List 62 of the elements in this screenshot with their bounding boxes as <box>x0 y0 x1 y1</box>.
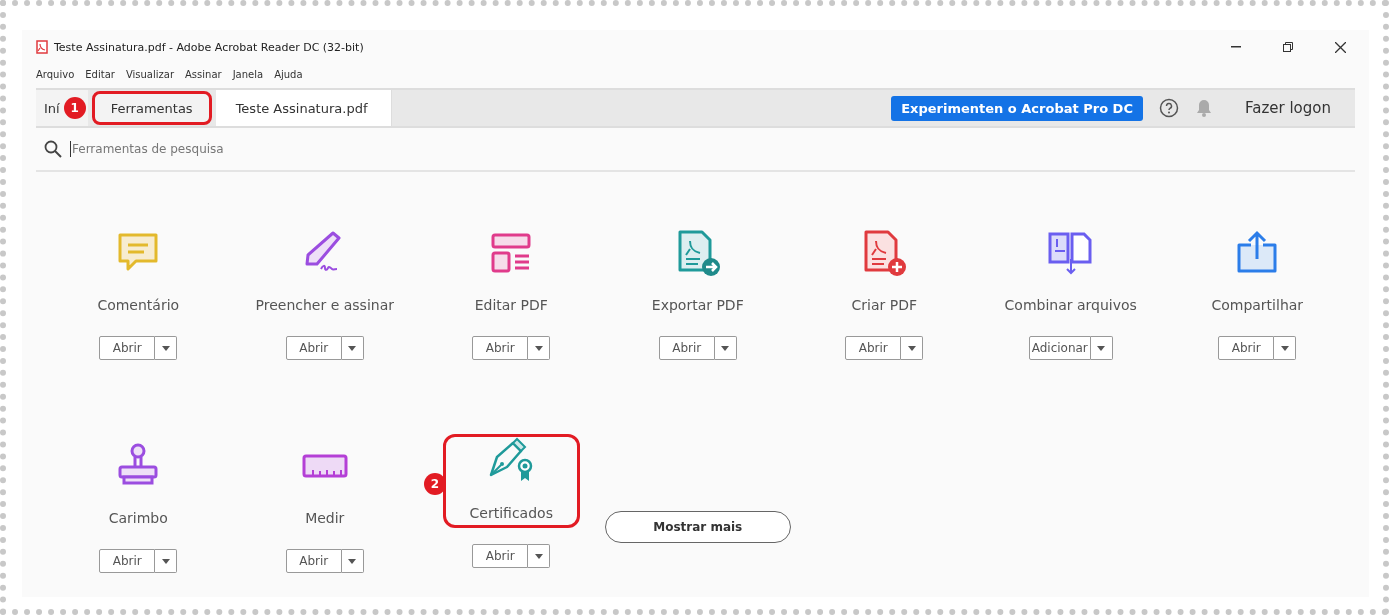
open-button[interactable]: Abrir <box>472 544 529 568</box>
dropdown-button[interactable] <box>714 336 737 360</box>
tab[interactable]: Iní <box>36 90 62 126</box>
tool-label: Compartilhar <box>1211 297 1304 313</box>
menu-item[interactable]: Visualizar <box>125 68 174 80</box>
caret-icon <box>161 558 170 564</box>
caret-icon <box>348 558 357 564</box>
dropdown-button[interactable] <box>155 549 178 573</box>
dropdown-button[interactable] <box>901 336 924 360</box>
open-button[interactable]: Abrir <box>99 549 156 573</box>
tool-label: Preencher e assinar <box>255 297 394 313</box>
open-button[interactable]: Abrir <box>845 336 902 360</box>
caret-icon <box>721 345 730 351</box>
open-button[interactable]: Abrir <box>99 336 156 360</box>
tool-label: Editar PDF <box>474 297 548 313</box>
tool-label: Criar PDF <box>851 297 917 313</box>
tool-label: Certificados <box>469 505 553 521</box>
caret-icon <box>1280 345 1289 351</box>
menu-item[interactable]: Ajuda <box>274 68 303 80</box>
dropdown-button[interactable] <box>341 549 364 573</box>
open-button[interactable]: Adicionar <box>1028 336 1091 360</box>
minimize-icon[interactable] <box>1231 46 1241 48</box>
tool-label: Carimbo <box>108 510 168 526</box>
login-button[interactable]: Fazer logon <box>1238 98 1337 118</box>
open-button[interactable]: Abrir <box>658 336 715 360</box>
pdf-logo-icon <box>36 40 48 54</box>
search-icon <box>44 140 62 158</box>
tool-label: Exportar PDF <box>651 297 744 313</box>
menu-item[interactable]: Assinar <box>185 68 222 80</box>
upgrade-button[interactable]: Experimenten o Acrobat Pro DC <box>891 95 1143 121</box>
show-more-button[interactable]: Mostrar mais <box>604 511 791 543</box>
open-button[interactable]: Abrir <box>1218 336 1275 360</box>
dropdown-button[interactable] <box>1274 336 1297 360</box>
step-marker: 1 <box>63 97 86 119</box>
tab[interactable]: Teste Assinatura.pdf <box>215 90 393 126</box>
open-button[interactable]: Abrir <box>472 336 529 360</box>
menu-item[interactable]: Janela <box>232 68 264 80</box>
search-field[interactable]: Ferramentas de pesquisa <box>70 141 374 157</box>
caret-icon <box>534 345 543 351</box>
menu-item[interactable]: Editar <box>85 68 115 80</box>
step-marker: 2 <box>424 473 446 495</box>
dropdown-button[interactable] <box>1090 336 1113 360</box>
close-icon[interactable] <box>1334 41 1346 53</box>
open-button[interactable]: Abrir <box>285 549 342 573</box>
caret-icon <box>534 553 543 559</box>
dropdown-button[interactable] <box>341 336 364 360</box>
caret-icon <box>907 345 916 351</box>
tool-label: Comentário <box>97 297 180 313</box>
caret-icon <box>348 345 357 351</box>
dropdown-button[interactable] <box>528 336 551 360</box>
tool-label: Combinar arquivos <box>1004 297 1137 313</box>
help-icon[interactable] <box>1158 98 1179 118</box>
menu-item[interactable]: Arquivo <box>36 68 75 80</box>
dropdown-button[interactable] <box>155 336 178 360</box>
caret-icon <box>161 345 170 351</box>
dropdown-button[interactable] <box>528 544 551 568</box>
window-title: Teste Assinatura.pdf - Adobe Acrobat Reader DC (32-bit) <box>54 40 365 54</box>
tool-label: Medir <box>305 510 345 526</box>
tab[interactable]: Ferramentas <box>91 91 212 125</box>
caret-icon <box>1097 345 1106 351</box>
open-button[interactable]: Abrir <box>285 336 342 360</box>
restore-icon[interactable] <box>1283 42 1293 52</box>
